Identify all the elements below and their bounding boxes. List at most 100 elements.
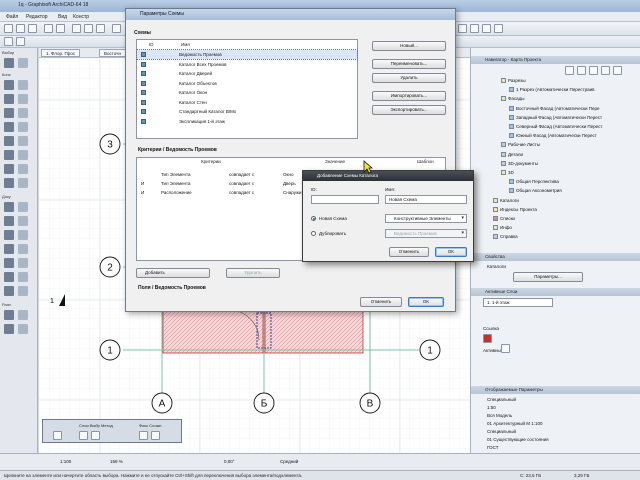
fill-tool-icon[interactable] — [4, 230, 14, 240]
override-item[interactable]: Вся Модель — [487, 413, 512, 418]
shell-tool-icon[interactable] — [18, 122, 28, 132]
remove-criteria-button[interactable]: Удалить — [226, 268, 280, 278]
arrow-icon[interactable] — [4, 58, 14, 68]
new-file-icon[interactable] — [4, 24, 13, 33]
navigator-item[interactable]: Западный Фасад (Автоматически Перест — [509, 114, 602, 120]
organizer-icon[interactable] — [613, 66, 622, 75]
navigator-item[interactable]: Фасады — [501, 96, 525, 102]
pan-icon[interactable] — [482, 24, 491, 33]
scheme-row[interactable]: Каталог Всех Проемов — [137, 60, 357, 69]
marquee-tool-icon[interactable] — [18, 58, 28, 68]
story-field[interactable]: 1. 1-й этаж — [483, 298, 553, 307]
scheme-row[interactable]: Каталог Окон — [137, 88, 357, 97]
subdialog-cancel-button[interactable]: Отменить — [389, 247, 429, 257]
mesh-tool-icon[interactable] — [4, 178, 14, 188]
morph-tool-icon[interactable] — [18, 178, 28, 188]
new-scheme-radio[interactable] — [311, 216, 316, 221]
change-tool-icon[interactable] — [18, 286, 28, 296]
door-tool-icon[interactable] — [4, 150, 14, 160]
navigator-item[interactable]: Общая Перспектива — [509, 179, 559, 185]
delete-scheme-button[interactable]: Удалить — [372, 73, 446, 83]
window-tool-icon[interactable] — [18, 150, 28, 160]
rotation-angle[interactable]: 0,00° — [224, 459, 235, 464]
section-tool-icon[interactable] — [18, 258, 28, 268]
criteria-section-header[interactable]: Критерии / Ведомость Проемов — [138, 147, 217, 153]
navigator-item[interactable]: Детали — [501, 151, 523, 157]
zoom-scale[interactable]: 1:100 — [60, 459, 71, 464]
tab-east-elevation[interactable]: Восточн — [99, 49, 126, 57]
detail-tool-icon[interactable] — [18, 272, 28, 282]
element-type-select[interactable]: Конструктивные Элементы — [385, 214, 467, 223]
palette-method-icon[interactable] — [91, 431, 100, 440]
navigator-item[interactable]: Общая Аксонометрия — [509, 188, 562, 194]
navigator-item[interactable]: Инфо — [493, 225, 512, 231]
worksheet-tool-icon[interactable] — [4, 286, 14, 296]
layout-book-icon[interactable] — [589, 66, 598, 75]
beam-tool-icon[interactable] — [4, 94, 14, 104]
navigator-item[interactable]: 3D — [501, 170, 514, 175]
navigator-item[interactable]: Южный Фасад (Автоматически Перест — [509, 133, 597, 139]
zoom-in-icon[interactable] — [458, 24, 467, 33]
skylight-tool-icon[interactable] — [4, 136, 14, 146]
arrow-tool-icon[interactable] — [4, 37, 13, 46]
publisher-icon[interactable] — [601, 66, 610, 75]
id-input[interactable] — [311, 195, 379, 204]
view-map-icon[interactable] — [577, 66, 586, 75]
stair-tool-icon[interactable] — [4, 108, 14, 118]
text-tool-icon[interactable] — [4, 216, 14, 226]
slab-tool-icon[interactable] — [18, 94, 28, 104]
wall-tool-icon[interactable] — [4, 80, 14, 90]
curtain-wall-tool-icon[interactable] — [18, 136, 28, 146]
schemes-section-header[interactable]: Схемы — [134, 30, 151, 36]
fields-section-header[interactable]: Поля / Ведомость Проемов — [138, 285, 206, 291]
new-scheme-button[interactable]: Новый... — [372, 41, 446, 51]
column-tool-icon[interactable] — [18, 80, 28, 90]
menu-edit[interactable]: Редактор — [26, 14, 48, 20]
navigator-item[interactable]: 3D-документы — [501, 160, 538, 166]
scheme-row[interactable]: Каталог Объектов — [137, 79, 357, 88]
override-item[interactable]: 01 Архитектурный M 1:100 — [487, 421, 543, 426]
label-tool-icon[interactable] — [18, 216, 28, 226]
add-criteria-button[interactable]: Добавить — [136, 268, 210, 278]
override-item[interactable]: 1:50 — [487, 405, 496, 410]
zoom-percent[interactable]: 159 % — [110, 459, 123, 464]
scheme-row[interactable]: Каталог Дверей — [137, 69, 357, 78]
override-item[interactable]: ГОСТ — [487, 445, 499, 450]
active-checkbox[interactable] — [501, 344, 510, 353]
subdialog-ok-button[interactable]: OK — [435, 247, 467, 257]
object-tool-icon[interactable] — [4, 164, 14, 174]
open-file-icon[interactable] — [16, 24, 25, 33]
scheme-row[interactable]: Стандартный Каталог BIMx — [137, 107, 357, 116]
layer-combination[interactable]: Средний — [280, 459, 298, 464]
level-dimension-tool-icon[interactable] — [18, 202, 28, 212]
tab-floor-plan[interactable]: 1. Флор. Прос — [41, 49, 80, 57]
navigator-item[interactable]: Справка — [493, 234, 518, 240]
scheme-row[interactable]: Каталог Стен — [137, 98, 357, 107]
lamp-tool-icon[interactable] — [4, 324, 14, 334]
elevation-tool-icon[interactable] — [4, 272, 14, 282]
menu-view[interactable]: Вид — [58, 14, 67, 20]
fit-window-icon[interactable] — [494, 24, 503, 33]
polyline-tool-icon[interactable] — [18, 244, 28, 254]
menu-design[interactable]: Констр — [73, 14, 89, 20]
roof-tool-icon[interactable] — [4, 122, 14, 132]
palette-layer-icon[interactable] — [79, 431, 88, 440]
palette-complex-icon[interactable] — [151, 431, 160, 440]
marquee-icon[interactable] — [16, 37, 25, 46]
dialog-ok-button[interactable]: OK — [408, 297, 444, 307]
project-map-icon[interactable] — [565, 66, 574, 75]
rename-scheme-button[interactable]: Переименовать... — [372, 59, 446, 69]
navigator-item[interactable]: Восточный Фасад (Автоматически Пере — [509, 105, 600, 111]
drawing-tool-icon[interactable] — [4, 258, 14, 268]
arc-tool-icon[interactable] — [4, 244, 14, 254]
duplicate-source-select[interactable]: Ведомость Проемов — [385, 229, 467, 238]
override-item[interactable]: Специальный — [487, 429, 516, 434]
scheme-row[interactable]: Ведомость Проемов — [136, 49, 358, 60]
scheme-row[interactable]: Экспликация 1-й этаж — [137, 117, 357, 126]
navigator-item[interactable]: Разрезы — [501, 78, 526, 83]
camera-tool-icon[interactable] — [18, 310, 28, 320]
navigator-item[interactable]: Списки — [493, 216, 515, 221]
menu-file[interactable]: Файл — [6, 14, 18, 20]
paste-icon[interactable] — [96, 24, 105, 33]
redo-icon[interactable] — [56, 24, 65, 33]
